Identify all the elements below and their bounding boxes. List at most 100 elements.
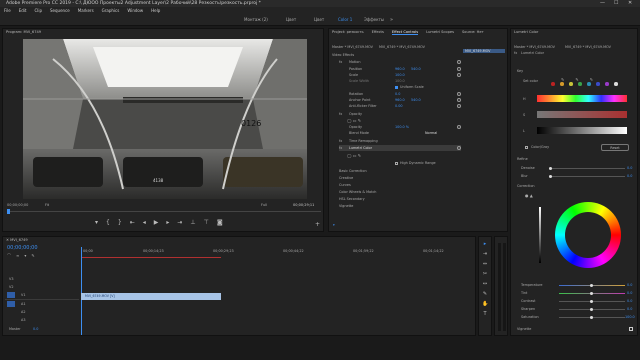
temperature-slider[interactable] (559, 284, 625, 287)
key-label[interactable]: Key (517, 69, 523, 73)
reset-button[interactable]: Reset (601, 144, 629, 151)
swatch-cyan[interactable] (587, 82, 591, 86)
track-label[interactable]: A2 (21, 310, 25, 314)
workspace-tab[interactable]: Эффекты (364, 17, 384, 22)
track-label[interactable]: V2 (9, 285, 13, 289)
opacity-value[interactable]: 100.0 % (395, 125, 409, 129)
position-x-value[interactable]: 960.0 (395, 67, 405, 71)
master-clip-label[interactable]: Master * MVI_6749.MOV (332, 45, 373, 49)
rotation-value[interactable]: 0.0 (395, 92, 400, 96)
refine-heading[interactable]: Refine (517, 157, 528, 161)
tint-value[interactable]: 0.0 (627, 291, 632, 295)
scrub-bar[interactable] (7, 211, 321, 212)
anchor-x-value[interactable]: 960.0 (395, 98, 405, 102)
extract-icon[interactable]: ⊤ (204, 219, 209, 226)
color-gray-dropdown[interactable]: Color/Gray (531, 145, 549, 149)
tab-source[interactable]: Source: Нет (462, 29, 484, 35)
slider-knob[interactable] (590, 292, 593, 295)
track-select-icon[interactable]: ⇥ (482, 251, 488, 257)
slider-knob[interactable] (590, 284, 593, 287)
tab-project[interactable]: Project: резкость (332, 29, 364, 35)
denoise-slider[interactable] (549, 167, 625, 170)
slider-knob[interactable] (549, 167, 552, 170)
workspace-tab[interactable]: Цвет (314, 17, 324, 22)
program-header[interactable]: Program: MVI_6749 (3, 29, 323, 35)
snap-icon[interactable]: ⌒ (7, 253, 11, 259)
luma-slider[interactable] (539, 207, 541, 263)
minimize-button[interactable]: — (600, 0, 605, 7)
scale-value[interactable]: 100.0 (395, 73, 405, 77)
step-back-icon[interactable]: ◂ (143, 219, 146, 226)
swatch-blue[interactable] (596, 82, 600, 86)
saturation-range-bar[interactable] (537, 111, 627, 118)
type-icon[interactable]: T (482, 311, 488, 317)
sharpen-slider[interactable] (559, 308, 625, 311)
slider-knob[interactable] (549, 175, 552, 178)
time-remapping-label[interactable]: Time Remapping (349, 139, 378, 143)
program-timecode[interactable]: 00;00;00;00 (7, 203, 28, 207)
correction-heading[interactable]: Correction (517, 184, 535, 188)
reset-icon[interactable] (457, 60, 461, 64)
lumetri-effect-label[interactable]: Lumetri Color (521, 51, 544, 55)
step-forward-icon[interactable]: ▸ (166, 219, 169, 226)
swatch-red[interactable] (551, 82, 555, 86)
track-target[interactable] (7, 292, 15, 298)
temperature-value[interactable]: 0.0 (627, 283, 632, 287)
ripple-edit-icon[interactable]: ⇔ (482, 261, 488, 267)
close-button[interactable]: ✕ (628, 0, 632, 7)
wheel-mode-icon[interactable]: ● ▲ (525, 193, 533, 198)
color-wheel[interactable] (555, 202, 621, 268)
go-to-in-icon[interactable]: ⇤ (130, 219, 135, 226)
reset-icon[interactable] (457, 73, 461, 77)
workspace-tab-active[interactable]: Color 1 (338, 17, 352, 22)
timeline-timecode[interactable]: 00;00;00;00 (7, 245, 38, 251)
antiflicker-value[interactable]: 0.00 (395, 104, 403, 108)
lift-icon[interactable]: ⊥ (190, 219, 195, 226)
menu-graphics[interactable]: Graphics (102, 7, 120, 14)
position-y-value[interactable]: 540.0 (411, 67, 421, 71)
reset-icon[interactable] (457, 125, 461, 129)
lumetri-master-label[interactable]: Master * MVI_6749.MOV (514, 45, 555, 49)
blend-mode-dropdown[interactable]: Normal (425, 131, 437, 135)
linked-icon[interactable]: ∞ (16, 253, 19, 259)
track-label[interactable]: V3 (9, 277, 13, 281)
fit-dropdown[interactable]: Fit (45, 203, 49, 207)
playhead-line[interactable] (81, 247, 82, 335)
play-icon[interactable]: ▶ (154, 219, 159, 226)
uniform-scale-checkbox[interactable] (395, 86, 398, 89)
reset-icon[interactable] (457, 98, 461, 102)
sequence-tab[interactable]: MVI_6749 (10, 238, 28, 242)
razor-icon[interactable]: ✂ (482, 271, 488, 277)
swatch-green[interactable] (578, 82, 582, 86)
color-gray-checkbox[interactable] (525, 146, 528, 149)
tab-effect-controls[interactable]: Effect Controls (391, 29, 419, 35)
workspace-tab[interactable]: Монтаж (2) (244, 17, 268, 22)
motion-label[interactable]: Motion (349, 60, 361, 64)
timeline-ruler[interactable]: 00;00 00;00;14;23 00;00;29;23 00;00;44;2… (81, 245, 473, 255)
effect-group[interactable]: Vignette (339, 204, 353, 208)
track-label[interactable]: V1 (21, 293, 25, 297)
master-value[interactable]: 0.0 (33, 327, 38, 331)
effect-group[interactable]: Basic Correction (339, 169, 367, 173)
luma-range-bar[interactable] (537, 127, 627, 134)
menu-file[interactable]: File (4, 7, 11, 14)
menu-help[interactable]: Help (151, 7, 160, 14)
reset-icon[interactable] (457, 67, 461, 71)
hue-range-bar[interactable] (537, 95, 627, 102)
slider-knob[interactable] (590, 300, 593, 303)
tint-slider[interactable] (559, 292, 625, 295)
add-button-icon[interactable]: + (315, 221, 320, 228)
effect-group[interactable]: HSL Secondary (339, 197, 365, 201)
vignette-heading[interactable]: Vignette (517, 327, 531, 331)
slider-knob[interactable] (590, 308, 593, 311)
video-frame[interactable]: 0126 4138 (23, 39, 307, 199)
reset-icon[interactable] (457, 104, 461, 108)
more-workspaces-icon[interactable]: » (390, 17, 393, 23)
swatch-purple[interactable] (605, 82, 609, 86)
pen-icon[interactable]: ✎ (482, 291, 488, 297)
video-clip[interactable]: MVI_6749.MOV [V] (81, 293, 221, 300)
vignette-checkbox[interactable] (629, 327, 633, 331)
lumetri-color-label[interactable]: Lumetri Color (349, 146, 372, 150)
opacity-section-label[interactable]: Opacity (349, 112, 362, 116)
in-point-icon[interactable]: { (106, 219, 110, 226)
